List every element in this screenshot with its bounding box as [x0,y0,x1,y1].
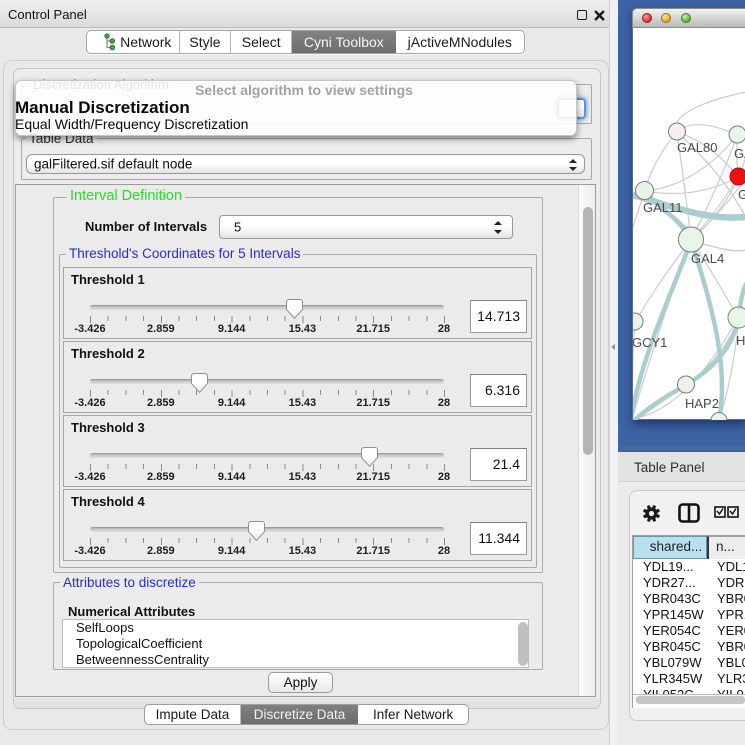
svg-text:GCY1: GCY1 [633,335,667,350]
svg-text:HA: HA [736,333,745,348]
svg-text:G: G [738,187,745,202]
svg-text:HAP2: HAP2 [685,396,719,411]
svg-text:GAL80: GAL80 [677,140,717,155]
svg-text:GAL4: GAL4 [691,251,724,266]
svg-text:GAL11: GAL11 [643,200,683,215]
svg-text:GA: GA [734,146,745,161]
